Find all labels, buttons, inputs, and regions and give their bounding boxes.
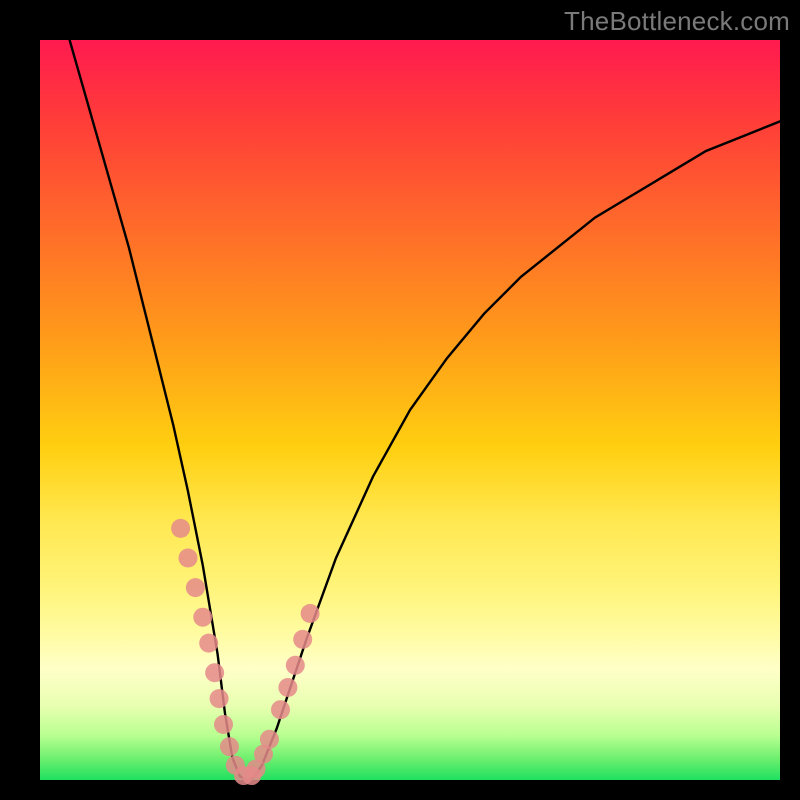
- marker-dot: [193, 608, 212, 627]
- curve-group: [70, 40, 780, 780]
- marker-group: [171, 519, 320, 785]
- marker-dot: [214, 715, 233, 734]
- marker-dot: [171, 519, 190, 538]
- marker-dot: [286, 656, 305, 675]
- marker-dot: [199, 634, 218, 653]
- chart-stage: TheBottleneck.com: [0, 0, 800, 800]
- marker-dot: [179, 549, 198, 568]
- marker-dot: [301, 604, 320, 623]
- marker-dot: [220, 737, 239, 756]
- marker-dot: [205, 663, 224, 682]
- chart-svg: [40, 40, 780, 780]
- marker-dot: [260, 730, 279, 749]
- marker-dot: [271, 700, 290, 719]
- marker-dot: [210, 689, 229, 708]
- watermark-label: TheBottleneck.com: [564, 6, 790, 37]
- plot-area: [40, 40, 780, 780]
- marker-dot: [293, 630, 312, 649]
- marker-dot: [186, 578, 205, 597]
- bottleneck-curve: [70, 40, 780, 780]
- marker-dot: [278, 678, 297, 697]
